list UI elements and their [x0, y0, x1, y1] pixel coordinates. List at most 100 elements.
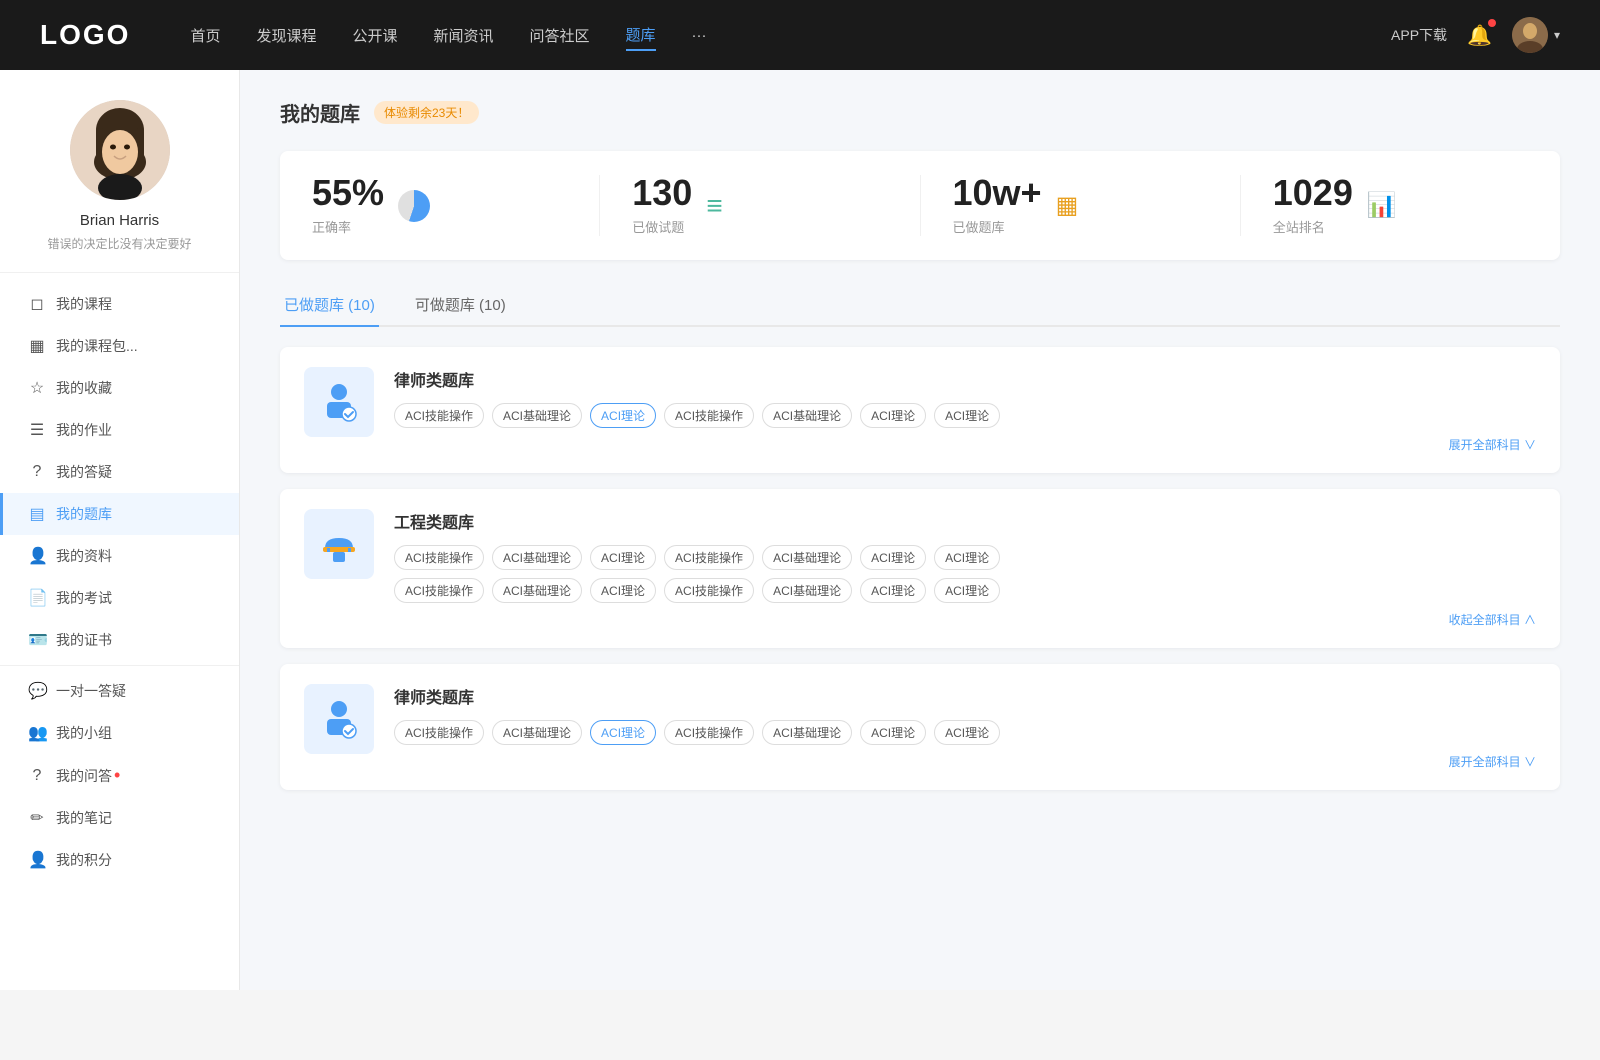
user-avatar-menu[interactable]: ▾ [1512, 17, 1560, 53]
logo[interactable]: LOGO [40, 19, 130, 51]
stat-value-accuracy: 55% 正确率 [312, 175, 384, 236]
expand-bank-1[interactable]: 展开全部科目 ∨ [394, 436, 1536, 453]
my-qa-icon: ? [28, 767, 46, 785]
tag[interactable]: ACI理论 [590, 578, 656, 603]
tag[interactable]: ACI理论 [860, 578, 926, 603]
nav-courses[interactable]: 发现课程 [256, 21, 316, 50]
tag[interactable]: ACI基础理论 [762, 578, 852, 603]
rank-number: 1029 [1273, 175, 1353, 211]
sidebar-item-answers[interactable]: ? 我的答疑 [0, 451, 239, 493]
courses-icon: ◻ [28, 294, 46, 314]
app-download-link[interactable]: APP下载 [1391, 25, 1447, 45]
tag[interactable]: ACI技能操作 [394, 545, 484, 570]
questions-label: 已做试题 [632, 217, 692, 236]
pie-chart-icon [398, 190, 430, 222]
accuracy-number: 55% [312, 175, 384, 211]
homework-icon: ☰ [28, 420, 46, 440]
nav-news[interactable]: 新闻资讯 [434, 21, 494, 50]
tag[interactable]: ACI技能操作 [664, 720, 754, 745]
tabs-bar: 已做题库 (10) 可做题库 (10) [280, 284, 1560, 327]
nav-qa[interactable]: 问答社区 [530, 21, 590, 50]
tag[interactable]: ACI基础理论 [492, 545, 582, 570]
tag[interactable]: ACI理论 [860, 403, 926, 428]
sidebar-item-my-qa[interactable]: ? 我的问答 [0, 754, 239, 797]
tag[interactable]: ACI理论 [934, 545, 1000, 570]
sidebar-item-1on1[interactable]: 💬 一对一答疑 [0, 670, 239, 712]
qa-icon: ? [28, 463, 46, 481]
tag-selected[interactable]: ACI理论 [590, 720, 656, 745]
package-icon: ▦ [28, 336, 46, 356]
tag[interactable]: ACI技能操作 [394, 720, 484, 745]
profile-motto: 错误的决定比没有决定要好 [20, 235, 219, 252]
exam-icon: 📄 [28, 588, 46, 608]
tag[interactable]: ACI基础理论 [762, 403, 852, 428]
sidebar-label: 我的小组 [56, 723, 211, 743]
sidebar-item-favorites[interactable]: ☆ 我的收藏 [0, 367, 239, 409]
tab-done-banks[interactable]: 已做题库 (10) [280, 284, 379, 327]
tag[interactable]: ACI基础理论 [492, 578, 582, 603]
tags-second-row-2: ACI技能操作 ACI基础理论 ACI理论 ACI技能操作 ACI基础理论 AC… [394, 578, 1536, 603]
tag[interactable]: ACI技能操作 [664, 403, 754, 428]
tag[interactable]: ACI理论 [934, 578, 1000, 603]
tag[interactable]: ACI理论 [860, 545, 926, 570]
sidebar-item-certificate[interactable]: 🪪 我的证书 [0, 619, 239, 661]
points-icon: 👤 [28, 850, 46, 870]
tag[interactable]: ACI技能操作 [664, 545, 754, 570]
sidebar-label: 我的课程包... [56, 336, 211, 356]
chevron-down-icon: ▾ [1554, 28, 1560, 42]
stat-rank: 1029 全站排名 📊 [1273, 175, 1528, 236]
tag[interactable]: ACI理论 [860, 720, 926, 745]
sidebar-label: 我的资料 [56, 546, 211, 566]
sidebar-item-exam[interactable]: 📄 我的考试 [0, 577, 239, 619]
bank-name-3: 律师类题库 [394, 684, 1536, 708]
sidebar-item-courses[interactable]: ◻ 我的课程 [0, 283, 239, 325]
tag[interactable]: ACI基础理论 [492, 403, 582, 428]
tag-selected[interactable]: ACI理论 [590, 403, 656, 428]
bank-info-1: 律师类题库 ACI技能操作 ACI基础理论 ACI理论 ACI技能操作 ACI基… [394, 367, 1536, 453]
sidebar-item-notes[interactable]: ✏ 我的笔记 [0, 797, 239, 839]
bank-info-2: 工程类题库 ACI技能操作 ACI基础理论 ACI理论 ACI技能操作 ACI基… [394, 509, 1536, 628]
tag[interactable]: ACI理论 [590, 545, 656, 570]
list-icon: ≡ [706, 190, 722, 222]
bank-icon-lawyer-1 [304, 367, 374, 437]
tag[interactable]: ACI基础理论 [762, 720, 852, 745]
nav-home[interactable]: 首页 [190, 21, 220, 50]
sidebar-item-course-package[interactable]: ▦ 我的课程包... [0, 325, 239, 367]
sidebar-item-my-bank[interactable]: ▤ 我的题库 [0, 493, 239, 535]
sidebar-item-group[interactable]: 👥 我的小组 [0, 712, 239, 754]
bank-icon: ▤ [28, 504, 46, 524]
stat-questions: 130 已做试题 ≡ [632, 175, 920, 236]
tag[interactable]: ACI技能操作 [394, 578, 484, 603]
profile-name: Brian Harris [20, 212, 219, 229]
group-icon: 👥 [28, 723, 46, 743]
profile-section: Brian Harris 错误的决定比没有决定要好 [0, 100, 239, 273]
expand-bank-3[interactable]: 展开全部科目 ∨ [394, 753, 1536, 770]
banks-label: 已做题库 [953, 217, 1042, 236]
nav-open-course[interactable]: 公开课 [352, 21, 397, 50]
sidebar-label: 我的笔记 [56, 808, 211, 828]
avatar [70, 100, 170, 200]
tag[interactable]: ACI理论 [934, 720, 1000, 745]
notification-bell[interactable]: 🔔 [1467, 23, 1492, 48]
tab-available-banks[interactable]: 可做题库 (10) [411, 284, 510, 327]
nav-menu: 首页 发现课程 公开课 新闻资讯 问答社区 题库 ··· [190, 20, 1391, 51]
page-header: 我的题库 体验剩余23天！ [280, 98, 1560, 127]
nav-more[interactable]: ··· [692, 23, 707, 48]
nav-bank[interactable]: 题库 [626, 20, 656, 51]
sidebar-item-homework[interactable]: ☰ 我的作业 [0, 409, 239, 451]
stat-value-rank: 1029 全站排名 [1273, 175, 1353, 236]
tag[interactable]: ACI理论 [934, 403, 1000, 428]
stat-value-banks: 10w+ 已做题库 [953, 175, 1042, 236]
sidebar-item-profile[interactable]: 👤 我的资料 [0, 535, 239, 577]
tag[interactable]: ACI基础理论 [492, 720, 582, 745]
banks-number: 10w+ [953, 175, 1042, 211]
sidebar-label: 我的考试 [56, 588, 211, 608]
tag[interactable]: ACI技能操作 [394, 403, 484, 428]
sidebar-label: 我的题库 [56, 504, 211, 524]
tag[interactable]: ACI技能操作 [664, 578, 754, 603]
stat-value-questions: 130 已做试题 [632, 175, 692, 236]
sidebar-item-points[interactable]: 👤 我的积分 [0, 839, 239, 881]
tag[interactable]: ACI基础理论 [762, 545, 852, 570]
navbar: LOGO 首页 发现课程 公开课 新闻资讯 问答社区 题库 ··· APP下载 … [0, 0, 1600, 70]
collapse-bank-2[interactable]: 收起全部科目 ∧ [394, 611, 1536, 628]
